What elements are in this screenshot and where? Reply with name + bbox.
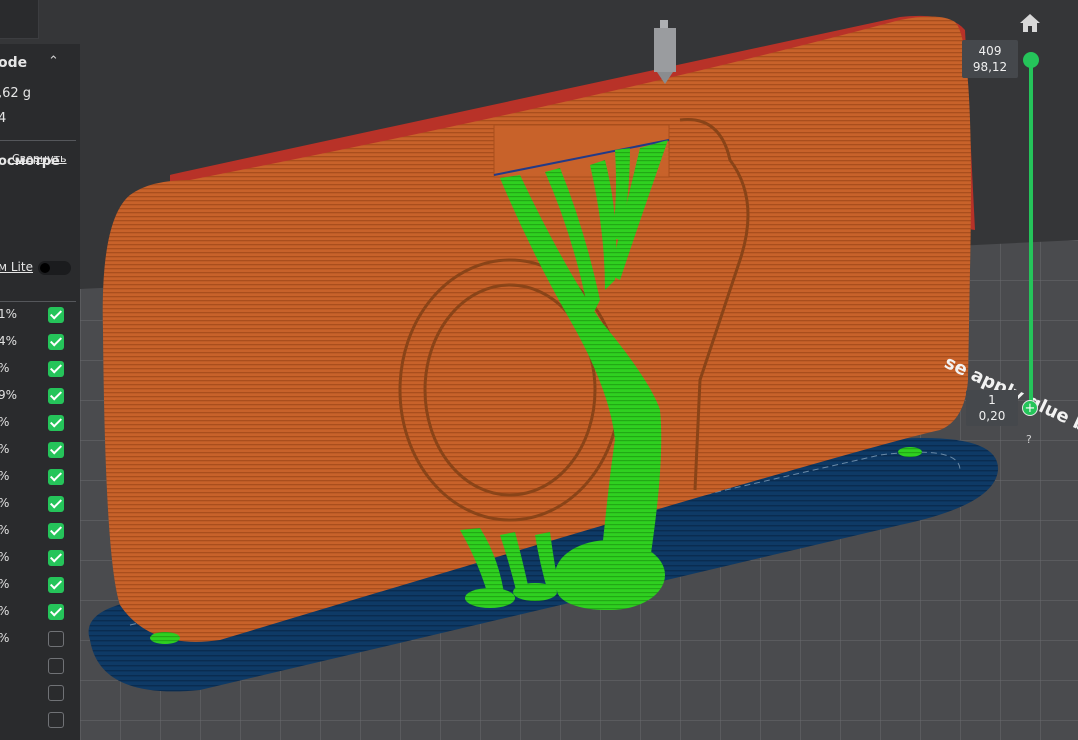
checkbox-icon[interactable] <box>48 469 64 485</box>
feature-row <box>0 680 76 707</box>
top-layer-height: 98,12 <box>972 60 1008 74</box>
feature-percent: % <box>0 469 9 483</box>
panel-heading: ode <box>0 55 28 71</box>
checkbox-icon[interactable] <box>48 496 64 512</box>
feature-row: % <box>0 464 76 491</box>
feature-row: % <box>0 626 76 653</box>
feature-row: 4% <box>0 329 76 356</box>
feature-row: % <box>0 437 76 464</box>
top-layer-number: 409 <box>978 44 1002 58</box>
top-layer-label: 409 98,12 <box>962 40 1018 78</box>
feature-row: % <box>0 410 76 437</box>
feature-row <box>0 653 76 680</box>
checkbox-icon[interactable] <box>48 442 64 458</box>
checkbox-icon[interactable] <box>48 334 64 350</box>
checkbox-icon[interactable] <box>48 523 64 539</box>
feature-percent: % <box>0 550 9 564</box>
bottom-layer-height: 0,20 <box>978 409 1006 423</box>
feature-row: % <box>0 518 76 545</box>
feature-row: 9% <box>0 383 76 410</box>
checkbox-icon[interactable] <box>48 658 64 674</box>
feature-row: % <box>0 545 76 572</box>
feature-row: % <box>0 572 76 599</box>
feature-percent: % <box>0 577 9 591</box>
lite-mode-label: м Lite <box>0 260 33 274</box>
checkbox-icon[interactable] <box>48 685 64 701</box>
feature-percent: 1% <box>0 307 18 321</box>
checkbox-icon[interactable] <box>48 388 64 404</box>
feature-percent: % <box>0 442 9 456</box>
home-icon[interactable] <box>1019 12 1041 34</box>
checkbox-icon[interactable] <box>48 307 64 323</box>
checkbox-icon[interactable] <box>48 631 64 647</box>
slice-info-panel: ode ⌃ ,62 g 4 осмотре Свернуть м Lite 1%… <box>0 44 80 740</box>
bottom-layer-label: 1 0,20 <box>966 390 1018 426</box>
filament-weight: ,62 g <box>0 86 32 101</box>
checkbox-icon[interactable] <box>48 604 64 620</box>
collapse-chevron-icon[interactable]: ⌃ <box>48 54 59 69</box>
bottom-layer-number: 1 <box>988 393 996 407</box>
filament-count: 4 <box>0 111 7 126</box>
checkbox-icon[interactable] <box>48 415 64 431</box>
feature-percent: % <box>0 631 9 645</box>
layer-slider-top-handle[interactable] <box>1023 52 1039 68</box>
help-icon[interactable]: ? <box>1026 433 1032 446</box>
feature-row: % <box>0 356 76 383</box>
feature-row <box>0 707 76 734</box>
3d-viewport[interactable] <box>0 0 1078 740</box>
feature-percent: 4% <box>0 334 18 348</box>
feature-percent: % <box>0 496 9 510</box>
feature-row: % <box>0 599 76 626</box>
feature-percent: % <box>0 604 9 618</box>
lite-mode-toggle[interactable] <box>38 261 71 275</box>
feature-row: % <box>0 491 76 518</box>
feature-percent: % <box>0 415 9 429</box>
feature-percent: % <box>0 361 9 375</box>
feature-percent: 9% <box>0 388 18 402</box>
feature-percent: % <box>0 523 9 537</box>
layer-slider-track[interactable] <box>1029 60 1033 410</box>
layer-slider-bottom-handle[interactable]: + <box>1022 400 1038 416</box>
checkbox-icon[interactable] <box>48 550 64 566</box>
collapse-link[interactable]: Свернуть <box>12 152 67 165</box>
checkbox-icon[interactable] <box>48 361 64 377</box>
checkbox-icon[interactable] <box>48 712 64 728</box>
panel-header-stub <box>0 0 39 39</box>
feature-row: 1% <box>0 302 76 329</box>
checkbox-icon[interactable] <box>48 577 64 593</box>
